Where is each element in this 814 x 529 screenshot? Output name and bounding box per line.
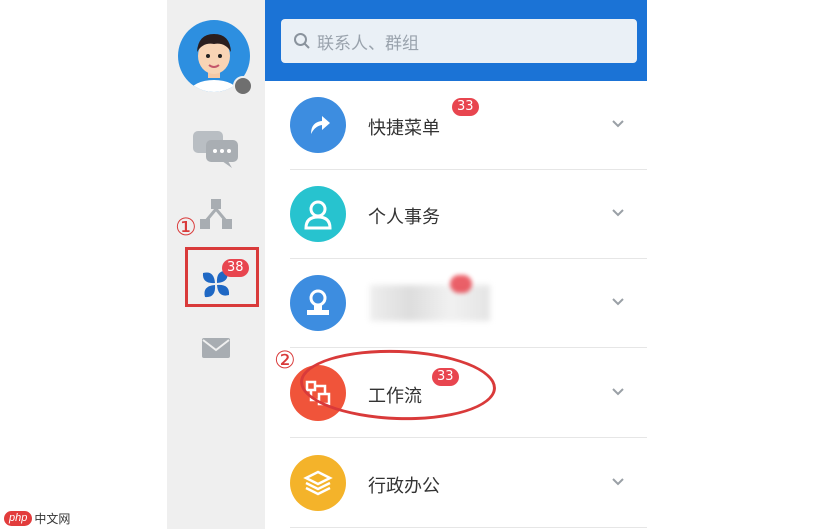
menu-item-admin[interactable]: 行政办公: [290, 439, 647, 528]
apps-badge: 38: [222, 259, 249, 277]
selection-box-apps: [185, 247, 259, 307]
blurred-badge: [450, 275, 472, 293]
sidebar: 38 ①: [167, 0, 265, 529]
annotation-2: ②: [274, 346, 296, 374]
menu-list: 快捷菜单 33 个人事务 工作流 33 行政办公: [265, 81, 647, 529]
shortcut-icon: [290, 97, 346, 153]
status-dot: [233, 76, 253, 96]
menu-item-personal[interactable]: 个人事务: [290, 170, 647, 259]
layers-icon: [290, 455, 346, 511]
menu-item-label: 个人事务: [368, 207, 440, 228]
blurred-label: [370, 285, 490, 321]
menu-item-label: 快捷菜单: [368, 118, 440, 139]
search-icon: [294, 33, 310, 49]
menu-item-shortcut[interactable]: 快捷菜单 33: [290, 81, 647, 170]
annotation-1: ①: [175, 213, 197, 241]
chat-icon[interactable]: [189, 127, 243, 171]
search-placeholder: 联系人、群组: [317, 33, 419, 54]
chevron-down-icon[interactable]: [611, 295, 625, 309]
chevron-down-icon[interactable]: [611, 385, 625, 399]
chevron-down-icon[interactable]: [611, 206, 625, 220]
chevron-down-icon[interactable]: [611, 475, 625, 489]
chevron-down-icon[interactable]: [611, 117, 625, 131]
watermark: php 中文网: [4, 510, 70, 527]
search-input[interactable]: 联系人、群组: [281, 19, 637, 63]
mail-icon[interactable]: [189, 326, 243, 370]
header: 联系人、群组: [265, 0, 647, 81]
watermark-logo: php: [4, 511, 33, 526]
person-icon: [290, 186, 346, 242]
badge: 33: [452, 98, 479, 116]
stamp-icon: [290, 275, 346, 331]
menu-item-label: 行政办公: [368, 476, 440, 497]
watermark-text: 中文网: [34, 512, 71, 526]
org-chart-icon[interactable]: [189, 193, 243, 237]
menu-item-blurred[interactable]: [290, 259, 647, 348]
